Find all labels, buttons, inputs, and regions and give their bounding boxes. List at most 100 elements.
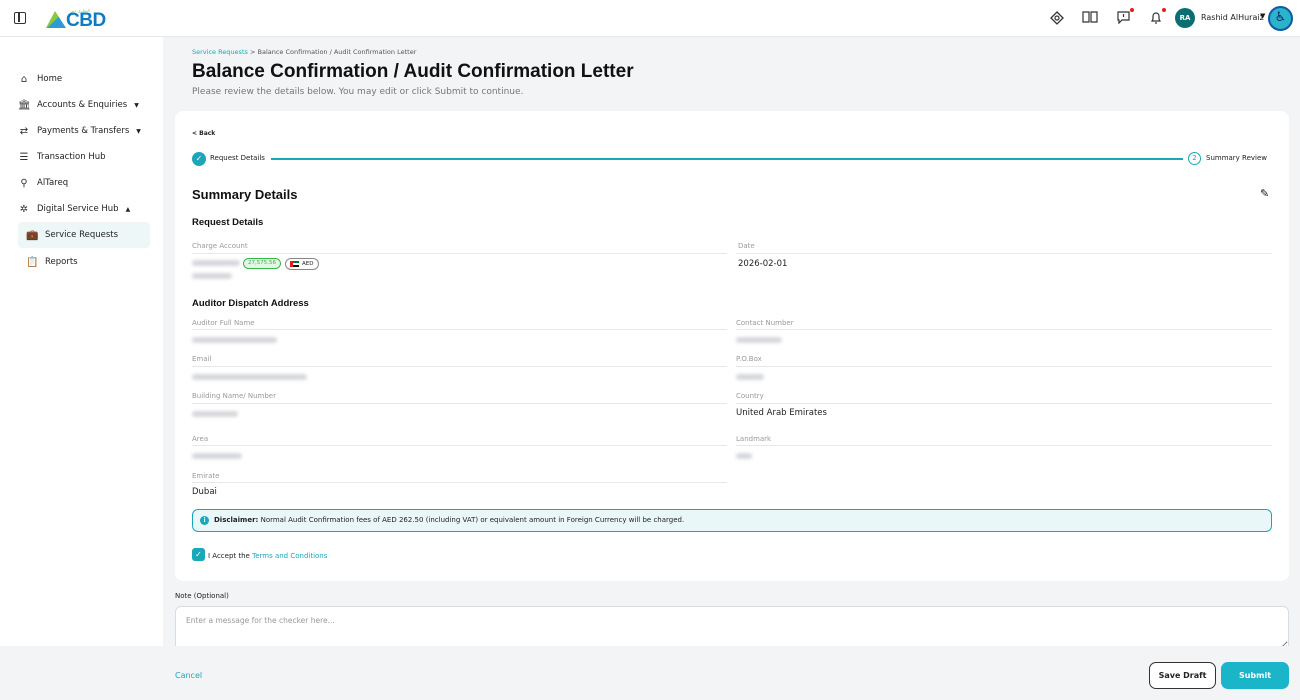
- sidebar-item-label: Reports: [45, 257, 78, 267]
- emirate-label: Emirate: [192, 472, 220, 480]
- stepper-progress-line: [271, 158, 1183, 160]
- field-divider: [736, 253, 1272, 254]
- sidebar-item-label: Home: [37, 74, 63, 84]
- country-label: Country: [736, 392, 764, 400]
- breadcrumb-current: Balance Confirmation / Audit Confirmatio…: [257, 48, 417, 56]
- note-label: Note (Optional): [175, 592, 229, 600]
- bell-icon[interactable]: [1148, 11, 1164, 25]
- message-icon[interactable]: [1115, 11, 1131, 25]
- date-value: 2026-02-01: [738, 259, 788, 269]
- country-value: United Arab Emirates: [736, 408, 827, 418]
- home-icon: ⌂: [20, 73, 28, 85]
- terms-link[interactable]: Terms and Conditions: [252, 552, 327, 560]
- sidebar-item-altareq[interactable]: ⚲ AlTareq: [18, 173, 150, 193]
- emirate-value: Dubai: [192, 487, 217, 497]
- hub-icon: ✲: [19, 203, 29, 215]
- top-bar: التجاري دبي CBD RA Rashid AlHuraiz ▼ ♿: [0, 0, 1300, 37]
- summary-details-heading: Summary Details: [192, 187, 298, 202]
- uae-flag-icon: [290, 261, 299, 267]
- submit-button[interactable]: Submit: [1221, 662, 1289, 689]
- save-draft-button[interactable]: Save Draft: [1149, 662, 1216, 689]
- step-request-details: Request Details: [210, 154, 265, 162]
- date-label: Date: [738, 242, 755, 250]
- back-link[interactable]: < Back: [192, 130, 215, 137]
- chevron-down-icon: ▼: [136, 127, 141, 135]
- auditor-name-redacted: [192, 337, 277, 343]
- sidebar-item-reports[interactable]: 📋 Reports: [18, 252, 150, 272]
- receipt-icon: ☰: [19, 151, 29, 163]
- auditor-dispatch-heading: Auditor Dispatch Address: [192, 298, 309, 309]
- sidebar-item-label: AlTareq: [37, 178, 69, 188]
- edit-pencil-icon[interactable]: ✎: [1260, 187, 1269, 200]
- sidebar-item-payments[interactable]: ⇄ Payments & Transfers ▼: [18, 121, 150, 141]
- building-redacted: [192, 411, 238, 417]
- disclaimer-text: Normal Audit Confirmation fees of AED 26…: [260, 516, 685, 524]
- pobox-redacted: [736, 374, 764, 380]
- field-divider: [192, 445, 727, 446]
- cancel-link[interactable]: Cancel: [175, 671, 202, 680]
- breadcrumb-separator: >: [249, 48, 256, 56]
- briefcase-icon: 💼: [26, 229, 39, 241]
- sidebar-item-digital-service-hub[interactable]: ✲ Digital Service Hub ▲: [18, 199, 150, 219]
- note-textarea[interactable]: [175, 606, 1289, 651]
- field-divider: [736, 445, 1272, 446]
- logo-text: CBD: [66, 10, 106, 31]
- cbd-logo[interactable]: التجاري دبي CBD: [46, 8, 106, 31]
- contact-number-label: Contact Number: [736, 319, 794, 327]
- sidebar-item-accounts[interactable]: 🏛 Accounts & Enquiries ▼: [18, 95, 150, 115]
- contact-number-redacted: [736, 337, 782, 343]
- landmark-label: Landmark: [736, 435, 772, 443]
- field-divider: [736, 403, 1272, 404]
- disclaimer-banner: i Disclaimer: Normal Audit Confirmation …: [192, 509, 1272, 532]
- field-divider: [192, 329, 727, 330]
- sidebar-item-label: Accounts & Enquiries: [37, 100, 128, 110]
- network-icon: ⚲: [20, 177, 28, 189]
- report-icon: 📋: [26, 256, 39, 268]
- balance-badge: 27,575.56: [243, 258, 281, 269]
- currency-label: AED: [302, 261, 314, 267]
- message-unread-dot: [1130, 8, 1134, 12]
- sidebar-item-label: Payments & Transfers: [37, 126, 130, 136]
- auditor-name-label: Auditor Full Name: [192, 319, 255, 327]
- step-summary-review: Summary Review: [1206, 154, 1268, 162]
- sidebar-toggle-icon[interactable]: [14, 12, 26, 24]
- email-redacted: [192, 374, 307, 380]
- book-icon[interactable]: [1082, 11, 1098, 25]
- page-title: Balance Confirmation / Audit Confirmatio…: [192, 61, 634, 82]
- terms-label: I Accept the Terms and Conditions: [208, 552, 327, 560]
- accessibility-icon[interactable]: ♿: [1268, 6, 1293, 31]
- field-divider: [192, 403, 727, 404]
- sidebar-item-transaction-hub[interactable]: ☰ Transaction Hub: [18, 147, 150, 167]
- page-subtitle: Please review the details below. You may…: [192, 87, 524, 97]
- sidebar-item-service-requests[interactable]: 💼 Service Requests: [18, 222, 150, 248]
- step-number-badge: 2: [1188, 152, 1201, 165]
- chevron-down-icon[interactable]: ▼: [1260, 12, 1265, 20]
- bank-icon: 🏛: [18, 99, 31, 111]
- chevron-down-icon: ▼: [134, 101, 139, 109]
- currency-badge: AED: [285, 258, 319, 270]
- charge-account-label: Charge Account: [192, 242, 248, 250]
- account-number-redacted: [192, 260, 240, 266]
- sidebar: ⌂ Home 🏛 Accounts & Enquiries ▼ ⇄ Paymen…: [0, 37, 163, 646]
- transfer-icon: ⇄: [19, 125, 29, 137]
- sidebar-item-home[interactable]: ⌂ Home: [18, 69, 150, 89]
- field-divider: [192, 253, 727, 254]
- area-redacted: [192, 453, 242, 459]
- info-icon: i: [200, 516, 209, 525]
- tag-icon[interactable]: [1049, 11, 1065, 25]
- breadcrumb-parent-link[interactable]: Service Requests: [192, 48, 248, 56]
- avatar[interactable]: RA: [1175, 8, 1195, 28]
- user-name[interactable]: Rashid AlHuraiz: [1201, 13, 1264, 22]
- notification-dot: [1162, 8, 1166, 12]
- breadcrumb: Service Requests > Balance Confirmation …: [192, 48, 416, 56]
- email-label: Email: [192, 355, 212, 363]
- chevron-up-icon: ▲: [125, 205, 131, 213]
- terms-checkbox[interactable]: ✓: [192, 548, 205, 561]
- field-divider: [192, 366, 727, 367]
- request-details-heading: Request Details: [192, 217, 264, 228]
- disclaimer-title: Disclaimer:: [214, 516, 259, 524]
- building-label: Building Name/ Number: [192, 392, 276, 400]
- area-label: Area: [192, 435, 209, 443]
- sidebar-item-label: Transaction Hub: [37, 152, 106, 162]
- sidebar-item-label: Digital Service Hub: [37, 204, 119, 214]
